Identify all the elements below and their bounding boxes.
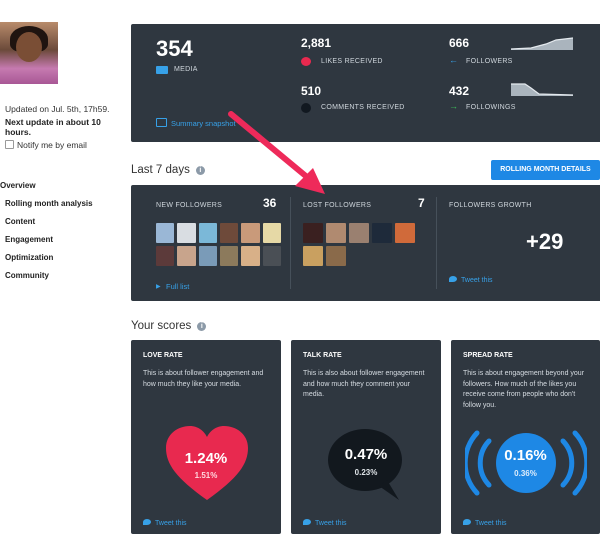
snapshot-icon [156, 118, 167, 127]
followings-label: FOLLOWINGS [466, 104, 516, 111]
divider [290, 197, 291, 289]
follower-avatar[interactable] [241, 223, 260, 243]
likes-label: LIKES RECEIVED [321, 58, 383, 65]
media-label: MEDIA [174, 66, 198, 73]
talk-rate-sub: 0.23% [354, 468, 378, 477]
tweet-label: Tweet this [155, 520, 187, 527]
nav-community[interactable]: Community [5, 271, 49, 280]
tweet-spread-link[interactable]: Tweet this [463, 519, 507, 527]
love-rate-value: 1.24% [184, 450, 228, 467]
last-7-days-panel: NEW FOLLOWERS 36 ▶ Full list LOST FOLLOW… [131, 185, 600, 301]
comments-count: 510 [301, 84, 322, 98]
profile-avatar[interactable] [0, 22, 58, 84]
follower-avatar[interactable] [303, 223, 323, 243]
full-list-link[interactable]: Full list [166, 282, 189, 291]
info-icon[interactable]: i [195, 166, 205, 175]
arrow-right-icon: → [449, 101, 458, 111]
notify-checkbox[interactable]: Notify me by email [5, 140, 87, 151]
new-followers-label: NEW FOLLOWERS [156, 202, 223, 209]
followers-growth-value: +29 [526, 229, 564, 254]
updated-text: Updated on Jul. 5th, 17h59. [5, 104, 110, 114]
follower-avatar[interactable] [156, 246, 175, 266]
follower-avatar[interactable] [303, 246, 323, 266]
info-icon[interactable]: i [197, 322, 207, 331]
media-count: 354 [156, 36, 193, 61]
follower-avatar[interactable] [372, 223, 392, 243]
follower-avatar[interactable] [219, 223, 239, 243]
tweet-label: Tweet this [475, 520, 507, 527]
follower-avatar[interactable] [326, 246, 346, 266]
tweet-love-link[interactable]: Tweet this [143, 519, 187, 527]
spread-rate-desc: This is about engagement beyond your fol… [463, 370, 585, 409]
tweet-talk-link[interactable]: Tweet this [303, 519, 347, 527]
followings-count: 432 [449, 84, 470, 98]
follower-avatar[interactable] [349, 223, 369, 243]
talk-rate-value: 0.47% [344, 446, 388, 463]
notify-label: Notify me by email [17, 140, 87, 150]
scores-title: Your scores [131, 320, 192, 332]
follower-avatar[interactable] [326, 223, 346, 243]
followings-sparkline [511, 83, 573, 96]
nav-engagement[interactable]: Engagement [5, 235, 53, 244]
rolling-month-details-button[interactable]: ROLLING MONTH DETAILS [491, 160, 600, 180]
follower-avatar[interactable] [177, 246, 196, 266]
annotation-arrow [228, 111, 325, 194]
followers-label: FOLLOWERS [466, 58, 513, 65]
tweet-growth-link[interactable]: Tweet this [449, 276, 493, 284]
follower-avatar[interactable] [198, 223, 217, 243]
likes-count: 2,881 [301, 36, 332, 50]
follower-avatar[interactable] [241, 246, 260, 266]
tweet-label: Tweet this [315, 520, 347, 527]
follower-avatar[interactable] [395, 223, 415, 243]
nav-content[interactable]: Content [5, 217, 35, 226]
follower-avatar[interactable] [262, 246, 281, 266]
divider [436, 197, 437, 289]
new-followers-grid [156, 223, 281, 266]
twitter-icon [143, 519, 151, 525]
spread-rate-title: SPREAD RATE [463, 352, 513, 359]
play-icon: ▶ [156, 284, 161, 290]
spread-rate-sub: 0.36% [514, 469, 537, 478]
twitter-icon [463, 519, 471, 525]
checkbox-icon[interactable] [5, 140, 14, 149]
nav-optimization[interactable]: Optimization [5, 253, 53, 262]
nav-overview[interactable]: Overview [0, 181, 36, 190]
heart-icon [301, 57, 311, 66]
tweet-label: Tweet this [461, 277, 493, 284]
talk-rate-desc: This is also about follower engagement a… [303, 370, 425, 398]
scores-heading: Your scores i [131, 320, 207, 332]
followers-growth-label: FOLLOWERS GROWTH [449, 202, 532, 209]
twitter-icon [303, 519, 311, 525]
nav-rolling-month-analysis[interactable]: Rolling month analysis [5, 199, 93, 208]
spread-rate-card: SPREAD RATE This is about engagement bey… [451, 340, 600, 534]
spread-rate-value: 0.16% [504, 447, 547, 464]
love-rate-card: LOVE RATE This is about follower engagem… [131, 340, 281, 534]
stats-panel: 354 MEDIA 2,881 LIKES RECEIVED 510 COMME… [131, 24, 600, 142]
follower-avatar[interactable] [198, 246, 217, 266]
lost-followers-count: 7 [418, 196, 425, 210]
arrow-left-icon: ← [449, 55, 458, 65]
love-rate-desc: This is about follower engagement and ho… [143, 370, 264, 388]
next-update-text: Next update in about 10 hours. [5, 117, 101, 137]
last-7-days-heading: Last 7 days i [131, 164, 205, 176]
follower-avatar[interactable] [177, 223, 196, 243]
follower-avatar[interactable] [262, 223, 281, 243]
follower-avatar[interactable] [156, 223, 175, 243]
love-rate-title: LOVE RATE [143, 352, 183, 359]
lost-followers-grid [303, 223, 428, 266]
camera-icon [156, 66, 168, 74]
love-rate-sub: 1.51% [194, 471, 218, 480]
last-7-days-title: Last 7 days [131, 164, 190, 176]
followers-count: 666 [449, 36, 470, 50]
speech-bubble-icon [328, 429, 402, 500]
talk-rate-title: TALK RATE [303, 352, 342, 359]
followers-sparkline [511, 37, 573, 50]
lost-followers-label: LOST FOLLOWERS [303, 202, 372, 209]
twitter-icon [449, 276, 457, 282]
talk-rate-card: TALK RATE This is also about follower en… [291, 340, 441, 534]
follower-avatar[interactable] [219, 246, 239, 266]
